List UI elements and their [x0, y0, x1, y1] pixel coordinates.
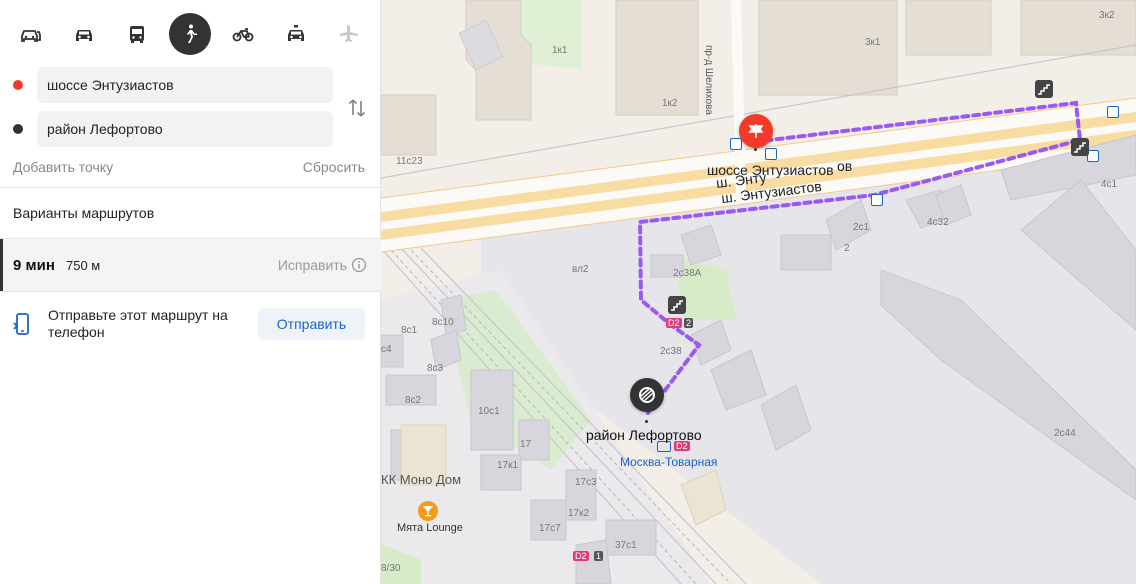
mode-bicycle[interactable] — [222, 13, 264, 55]
building-label: 2с38А — [673, 268, 702, 279]
building-label: 8с1 — [401, 325, 418, 336]
building-label: 17 — [520, 439, 532, 450]
start-point-dot — [13, 80, 23, 90]
route-variants-title: Варианты маршрутов — [13, 205, 155, 221]
mode-car[interactable] — [63, 13, 105, 55]
info-icon[interactable] — [351, 257, 367, 273]
building-label: вл2 — [572, 264, 589, 275]
send-to-phone-text: Отправьте этот маршрут на телефон — [48, 307, 228, 340]
building-label: 8/30 — [381, 563, 401, 574]
building-label: 17с7 — [539, 523, 561, 534]
add-point-link[interactable]: Добавить точку — [13, 159, 113, 175]
route-from-input[interactable]: шоссе Энтузиастов — [37, 67, 333, 103]
transport-mode-bar — [10, 13, 370, 55]
end-marker[interactable] — [630, 378, 664, 412]
mode-taxi[interactable] — [275, 13, 317, 55]
reset-link[interactable]: Сбросить — [303, 159, 365, 175]
building-label: 1к2 — [662, 98, 678, 109]
d2-badge: D2 — [666, 318, 682, 328]
car-icon — [76, 30, 92, 41]
phone-icon — [13, 313, 29, 335]
route-time: 9 мин — [13, 257, 55, 274]
poi-label: КК Моно Дом — [381, 472, 462, 487]
route-to-input[interactable]: район Лефортово — [37, 111, 333, 147]
route-from-row: шоссе Энтузиастов — [13, 67, 333, 103]
building-label: 3к1 — [865, 37, 881, 48]
building-label: 2 — [844, 243, 850, 254]
bus-stop-icon[interactable] — [1107, 106, 1119, 118]
building-label: 2с1 — [853, 222, 870, 233]
mode-car-traffic[interactable] — [10, 13, 52, 55]
route-actions: Добавить точку Сбросить — [0, 152, 381, 182]
taxi-icon — [288, 25, 304, 41]
divider — [0, 187, 381, 188]
stairs-icon — [1035, 80, 1053, 98]
building-label: 2с38 — [660, 346, 682, 357]
bicycle-icon — [232, 28, 254, 42]
street-label: ов — [837, 158, 853, 174]
car-traffic-icon — [21, 30, 41, 42]
end-label: район Лефортово — [586, 427, 702, 443]
map-view[interactable]: 1к1 1к2 3к1 3к2 11с23 4с1 4с32 2с1 2 2с3… — [381, 0, 1136, 584]
building-label: с4 — [381, 344, 392, 355]
building-label: 3к2 — [1099, 10, 1115, 21]
building-label: 17с3 — [575, 477, 597, 488]
route-distance: 750 м — [66, 258, 101, 273]
swap-points-icon[interactable] — [345, 96, 369, 120]
building-label: 8с10 — [432, 317, 454, 328]
route-variant-card[interactable]: 9 мин 750 м Исправить — [0, 239, 381, 291]
d2-badge: D2 — [573, 551, 589, 561]
building-label: 8с2 — [405, 395, 422, 406]
line-number-badge: 2 — [684, 318, 694, 328]
app-root: шоссе Энтузиастов район Лефортово Добави… — [0, 0, 1136, 584]
route-panel: шоссе Энтузиастов район Лефортово Добави… — [0, 0, 381, 584]
building-label: 8с3 — [427, 363, 444, 374]
station-label[interactable]: Москва-Товарная — [620, 455, 717, 469]
start-marker[interactable] — [739, 114, 773, 148]
cocktail-icon[interactable] — [418, 501, 438, 521]
route-to-row: район Лефортово — [13, 111, 333, 147]
mode-pedestrian[interactable] — [169, 13, 211, 55]
start-point-dot — [754, 148, 757, 151]
building-label: 17к1 — [497, 460, 519, 471]
fix-route-link[interactable]: Исправить — [278, 257, 347, 273]
send-button[interactable]: Отправить — [258, 308, 365, 340]
building-label: 37с1 — [615, 540, 637, 551]
poi-label: Мята Lounge — [397, 522, 463, 534]
building-label: 11с23 — [396, 156, 423, 167]
bus-icon — [130, 26, 144, 43]
line-number-badge: 1 — [594, 551, 604, 561]
map-canvas — [381, 0, 1136, 584]
end-point-dot — [13, 124, 23, 134]
building-label: 17к2 — [568, 508, 590, 519]
bus-stop-icon[interactable] — [765, 148, 777, 160]
building-label: 10с1 — [478, 406, 500, 417]
bus-stop-icon[interactable] — [871, 194, 883, 206]
airplane-icon — [340, 25, 358, 42]
building-label: 4с32 — [927, 217, 949, 228]
building-label: 4с1 — [1101, 179, 1118, 190]
stairs-icon — [668, 296, 686, 314]
stairs-icon — [1071, 138, 1089, 156]
building-label: 1к1 — [552, 45, 568, 56]
pedestrian-icon — [187, 24, 197, 43]
building-label: 2с44 — [1054, 428, 1076, 439]
mode-airplane[interactable] — [328, 13, 370, 55]
end-point-dot — [645, 420, 648, 423]
mode-bus[interactable] — [116, 13, 158, 55]
divider — [0, 291, 381, 292]
street-label: пр-д Шелихова — [703, 45, 714, 115]
